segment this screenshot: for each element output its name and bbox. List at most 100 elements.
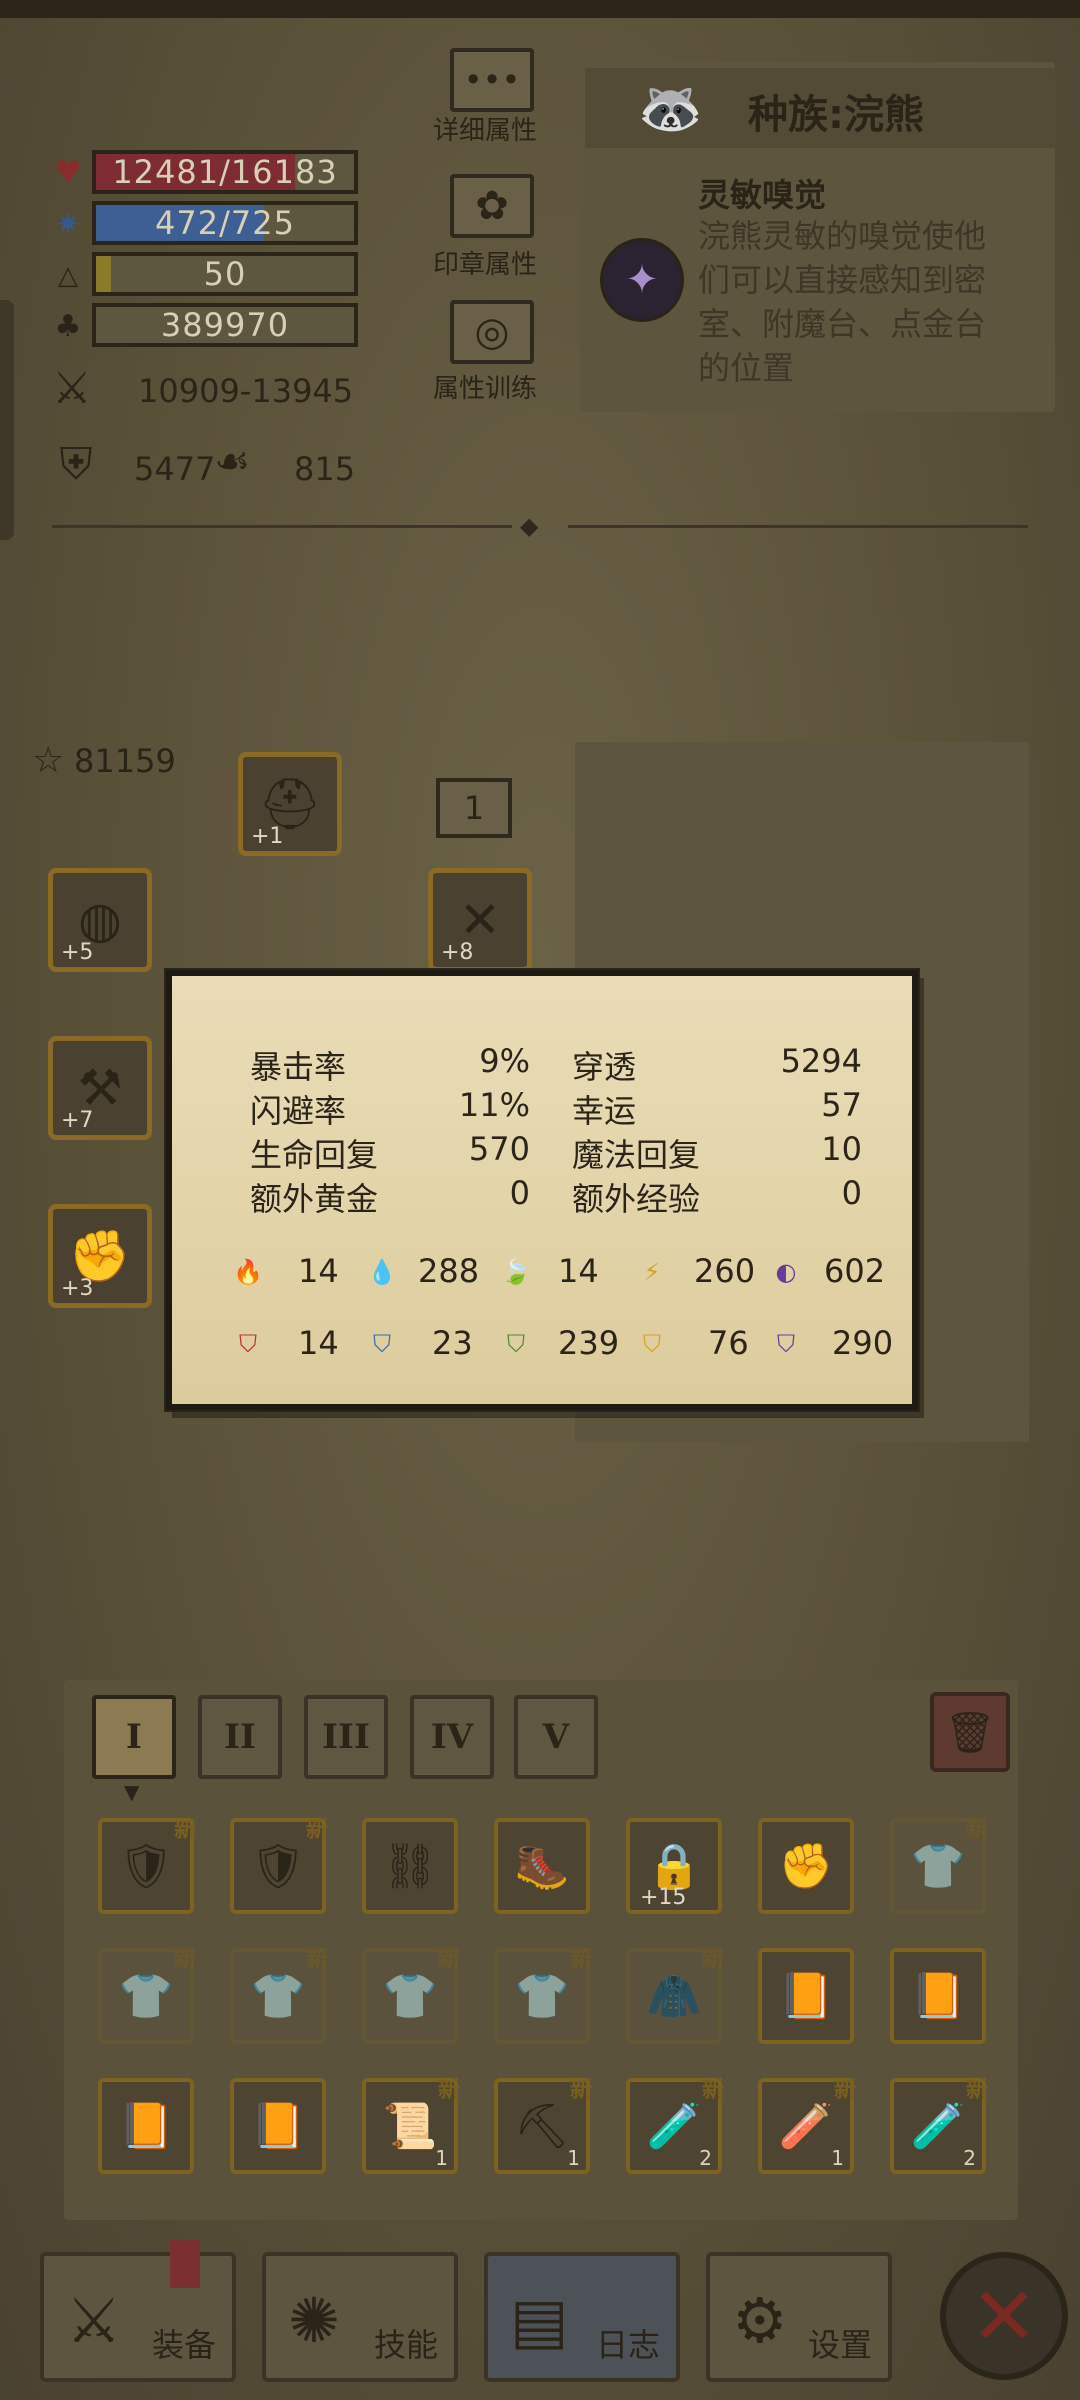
seal-attributes-button[interactable]: ✿: [450, 174, 534, 238]
element-value: 14: [558, 1252, 599, 1290]
inventory-item[interactable]: 🧪 新 2: [626, 2078, 724, 2174]
stat-label: 生命回复: [250, 1136, 379, 1174]
weapon-slot[interactable]: ⚒ +7: [48, 1036, 152, 1140]
boots-icon: 🥾: [514, 1841, 570, 1892]
inventory-item[interactable]: 🛡 新: [98, 1818, 196, 1914]
shirt-icon: 👕: [382, 1971, 438, 2022]
trait-desc-line: 的位置: [698, 349, 795, 387]
new-badge: 新: [569, 2078, 592, 2103]
inventory-tab-3[interactable]: III: [304, 1695, 388, 1779]
stat-value: 11%: [458, 1086, 530, 1124]
trait-desc-line: 们可以直接感知到密: [698, 261, 987, 299]
gauntlet-slot[interactable]: ✊ +3: [48, 1204, 152, 1308]
nav-skills-button[interactable]: ✺ 技能: [262, 2252, 458, 2382]
detail-attributes-label: 详细属性: [432, 116, 537, 146]
inventory-item[interactable]: 📜 新 1: [362, 2078, 460, 2174]
book-icon: 📙: [910, 1971, 966, 2022]
inventory-item[interactable]: 🧪 新 1: [758, 2078, 856, 2174]
arcane-icon: ◐: [775, 1258, 797, 1286]
close-button[interactable]: ✕: [940, 2252, 1068, 2380]
new-badge: 新: [833, 2078, 856, 2103]
stat-label: 额外黄金: [250, 1180, 379, 1218]
element-value: 602: [824, 1252, 886, 1290]
leg-armor-icon: ⛓: [382, 1841, 438, 1892]
inventory-tab-1[interactable]: I: [92, 1695, 176, 1779]
trait-icon[interactable]: ✦: [600, 238, 684, 322]
nav-equipment-button[interactable]: ⚔ 装备: [40, 2252, 236, 2382]
inventory-item[interactable]: 🥾: [494, 1818, 590, 1914]
target-icon: ◎: [474, 309, 510, 355]
element-value: 239: [558, 1324, 620, 1362]
nav-settings-button[interactable]: ⚙ 设置: [706, 2252, 892, 2382]
top-border: [0, 0, 1080, 18]
attribute-training-button[interactable]: ◎: [450, 300, 534, 364]
trait-name: 灵敏嗅觉: [698, 176, 827, 214]
inventory-item[interactable]: 📙: [98, 2078, 194, 2174]
inventory-item[interactable]: 🧥 新: [626, 1948, 724, 2044]
equipment-badge[interactable]: 1: [436, 778, 512, 838]
shirt-icon: 👕: [118, 1971, 174, 2022]
red-potion-icon: 🧪: [646, 2101, 702, 2152]
new-badge: 新: [437, 1948, 460, 1973]
inventory-item[interactable]: 📙: [758, 1948, 854, 2044]
stat-value: 0: [841, 1174, 862, 1212]
shoulder-slot[interactable]: ✕ +8: [428, 868, 532, 972]
nav-journal-button[interactable]: ▤ 日志: [484, 2252, 680, 2382]
inventory-item[interactable]: 📙: [230, 2078, 326, 2174]
hp-bar: 12481/16183: [92, 150, 358, 194]
bookmark-ribbon: [170, 2240, 200, 2288]
trait-desc-line: 室、附魔台、点金台: [698, 305, 987, 343]
shirt-icon: 👕: [514, 1971, 570, 2022]
section-divider: [568, 525, 1028, 528]
inventory-item[interactable]: ✊: [758, 1818, 854, 1914]
axe-icon: ⚔: [66, 2284, 122, 2357]
new-badge: 新: [569, 1948, 592, 1973]
inventory-item[interactable]: 👕 新: [362, 1948, 460, 2044]
trash-icon: 🗑: [944, 1709, 996, 1756]
book-icon: 📙: [778, 1971, 834, 2022]
stat-value: 570: [468, 1130, 530, 1168]
new-badge: 新: [701, 2078, 724, 2103]
inventory-item[interactable]: 🧪 新 2: [890, 2078, 988, 2174]
nav-label: 装备: [151, 2326, 216, 2364]
amulet-slot[interactable]: ◍ +5: [48, 868, 152, 972]
helmet-slot[interactable]: ⛑ +1: [238, 752, 342, 856]
inventory-item[interactable]: 👕 新: [230, 1948, 328, 2044]
new-badge: 新: [305, 1818, 328, 1843]
new-badge: 新: [965, 1818, 988, 1843]
enhance-level: +8: [441, 940, 474, 965]
inventory-item[interactable]: 👕 新: [494, 1948, 592, 2044]
left-edge-tab[interactable]: [0, 300, 14, 540]
scroll-icon: 📜: [382, 2101, 438, 2152]
star-icon: ☆: [32, 740, 65, 781]
gauntlet-icon: ✊: [778, 1841, 834, 1892]
inventory-item[interactable]: ⛏ 新 1: [494, 2078, 592, 2174]
attack-value: 10909-13945: [138, 372, 354, 410]
armor-value: 5477: [134, 450, 216, 488]
seal-icon: ✿: [475, 183, 509, 229]
active-tab-indicator: ▼: [124, 1780, 140, 1804]
inventory-item[interactable]: ⛓: [362, 1818, 458, 1914]
gold-bar: 389970: [92, 303, 358, 347]
inventory-tab-4[interactable]: IV: [410, 1695, 494, 1779]
stat-label: 穿透: [572, 1048, 637, 1086]
inventory-item[interactable]: 👕 新: [98, 1948, 196, 2044]
item-count: 1: [435, 2146, 448, 2170]
stat-label: 魔法回复: [572, 1136, 701, 1174]
inventory-item[interactable]: 👕 新: [890, 1818, 988, 1914]
fire-icon: 🔥: [233, 1258, 263, 1286]
inventory-item[interactable]: 🛡 新: [230, 1818, 328, 1914]
stat-value: 5294: [780, 1042, 862, 1080]
inventory-item[interactable]: 🔒 +15: [626, 1818, 722, 1914]
enhance-level: +5: [61, 940, 94, 965]
shirt-icon: 👕: [250, 1971, 306, 2022]
inventory-item[interactable]: 📙: [890, 1948, 986, 2044]
element-value: 290: [832, 1324, 894, 1362]
stat-value: 9%: [479, 1042, 530, 1080]
new-badge: 新: [305, 1948, 328, 1973]
detail-attributes-button[interactable]: •••: [450, 48, 534, 112]
inventory-tab-2[interactable]: II: [198, 1695, 282, 1779]
trash-button[interactable]: 🗑: [930, 1692, 1010, 1772]
inventory-tab-5[interactable]: V: [514, 1695, 598, 1779]
element-value: 14: [298, 1252, 339, 1290]
